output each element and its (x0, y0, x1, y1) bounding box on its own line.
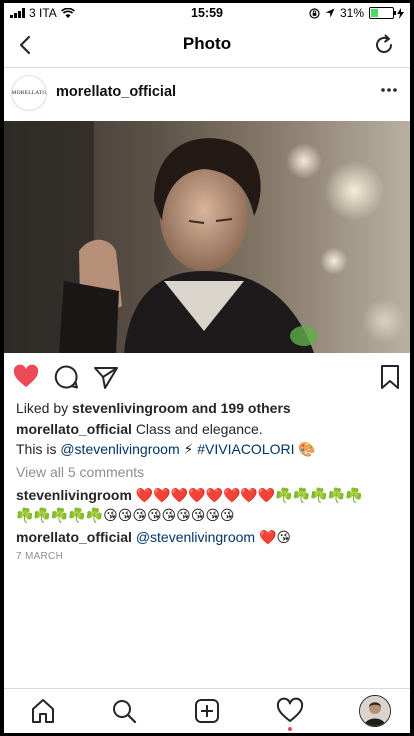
location-icon (325, 8, 335, 18)
caption-line-2: This is @stevenlivingroom ⚡ #VIVIACOLORI… (16, 439, 316, 459)
lock-rotation-icon (309, 7, 320, 19)
comment-emojis: ❤️😘 (258, 529, 291, 545)
new-post-icon[interactable] (193, 697, 221, 725)
lightning-emoji: ⚡ (183, 441, 194, 457)
view-all-comments[interactable]: View all 5 comments (16, 462, 144, 482)
comment-line: morellato_official @stevenlivingroom ❤️😘 (16, 527, 291, 547)
caption-hashtag[interactable]: #VIVIACOLORI (197, 441, 294, 457)
tab-bar (4, 688, 410, 733)
post-header: MORELLATO morellato_official (4, 68, 410, 121)
likes-line: Liked by stevenlivingroom and 199 others (16, 398, 291, 418)
bookmark-icon[interactable] (376, 363, 404, 391)
comment-line: stevenlivingroom ❤️❤️❤️❤️❤️❤️❤️❤️☘️☘️☘️☘… (16, 485, 362, 505)
screen: 3 ITA 15:59 31% Photo MORELLATO morellat… (4, 3, 410, 733)
caption-line-1: morellato_official Class and elegance. (16, 419, 263, 439)
caption-username[interactable]: morellato_official (16, 421, 132, 437)
caption-text: Class and elegance. (135, 421, 263, 437)
search-icon[interactable] (110, 697, 138, 725)
avatar-logo-text: MORELLATO (11, 90, 47, 96)
navigation-bar: Photo (4, 23, 410, 68)
more-options-icon[interactable] (378, 82, 400, 98)
portrait-image (4, 121, 410, 353)
caption-mention[interactable]: @stevenlivingroom (60, 441, 179, 457)
comment-line-continued: ☘️☘️☘️☘️☘️😘😘😘😘😘😘😘😘😘 (16, 507, 235, 523)
liked-by-prefix: Liked by (16, 400, 69, 416)
status-bar: 3 ITA 15:59 31% (4, 3, 410, 23)
post-username[interactable]: morellato_official (56, 84, 176, 100)
page-title: Photo (182, 34, 232, 53)
post-actions (4, 359, 410, 399)
like-heart-icon[interactable] (12, 363, 40, 391)
caption-text-prefix: This is (16, 441, 57, 457)
home-icon[interactable] (29, 697, 57, 725)
battery-percent: 31% (339, 6, 364, 20)
share-icon[interactable] (92, 363, 120, 391)
comment-mention[interactable]: @stevenlivingroom (136, 529, 255, 545)
comment-icon[interactable] (52, 363, 80, 391)
liked-by-others[interactable]: and 199 others (192, 400, 291, 416)
charging-icon (397, 7, 404, 19)
profile-avatar-icon[interactable] (359, 695, 391, 727)
post-avatar[interactable]: MORELLATO (11, 75, 47, 111)
comment-username[interactable]: morellato_official (16, 529, 132, 545)
comment-emojis: ❤️❤️❤️❤️❤️❤️❤️❤️☘️☘️☘️☘️☘️ (135, 487, 363, 503)
post-photo[interactable] (4, 121, 410, 353)
activity-notification-dot (288, 727, 292, 731)
palette-emoji: 🎨 (298, 441, 316, 457)
liked-by-user[interactable]: stevenlivingroom (72, 400, 188, 416)
battery-icon (369, 7, 396, 19)
post-date: 7 MARCH (16, 551, 64, 562)
comment-username[interactable]: stevenlivingroom (16, 487, 132, 503)
activity-heart-icon[interactable] (276, 697, 304, 725)
refresh-icon[interactable] (372, 33, 396, 57)
